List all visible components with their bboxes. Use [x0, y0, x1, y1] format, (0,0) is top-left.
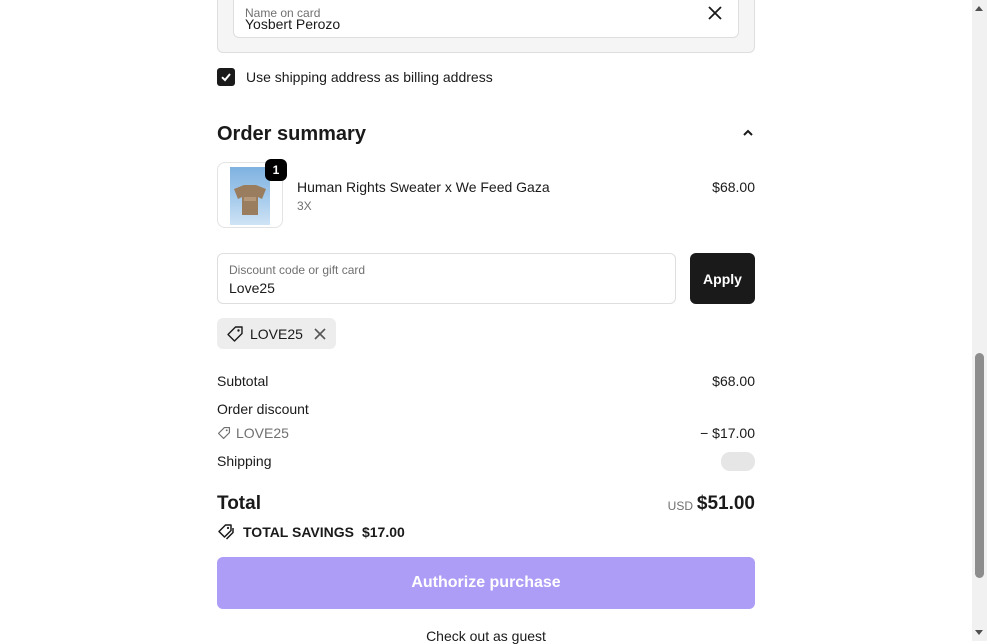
subtotal-row: Subtotal $68.00	[217, 373, 755, 391]
remove-discount-icon[interactable]	[313, 327, 327, 341]
scroll-up-icon[interactable]	[975, 6, 983, 11]
item-title: Human Rights Sweater x We Feed Gaza	[297, 179, 550, 195]
item-price: $68.00	[712, 179, 755, 195]
applied-discount-code: LOVE25	[250, 325, 303, 342]
subtotal-label: Subtotal	[217, 373, 269, 389]
clear-icon[interactable]	[706, 4, 724, 22]
total-label: Total	[217, 493, 261, 514]
shipping-row: Shipping	[217, 452, 755, 471]
billing-same-label: Use shipping address as billing address	[246, 69, 493, 85]
line-item: 1 Human Rights Sweater x We Feed Gaza 3X…	[217, 159, 755, 230]
card-details-panel: Name on card Yosbert Perozo	[217, 0, 755, 53]
name-on-card-field[interactable]: Name on card Yosbert Perozo	[233, 0, 739, 38]
discount-code-line-text: LOVE25	[236, 425, 289, 441]
currency-code: USD	[667, 499, 693, 513]
scroll-down-icon[interactable]	[975, 630, 983, 635]
sweater-image	[234, 185, 266, 215]
tags-icon	[218, 524, 234, 540]
checkout-as-guest-link[interactable]: Check out as guest	[217, 628, 755, 644]
total-savings-value: $17.00	[361, 524, 405, 540]
billing-same-option[interactable]: Use shipping address as billing address	[217, 67, 493, 87]
chevron-up-icon[interactable]	[741, 126, 755, 140]
discount-amount: − $17.00	[700, 425, 755, 441]
page-scrollbar[interactable]	[972, 0, 987, 641]
order-discount-row: Order discount	[217, 401, 755, 419]
discount-code-label: Discount code or gift card	[229, 263, 366, 277]
name-on-card-value[interactable]: Yosbert Perozo	[245, 16, 340, 32]
apply-button[interactable]: Apply	[690, 253, 755, 304]
billing-same-checkbox[interactable]	[217, 68, 235, 86]
subtotal-value: $68.00	[712, 373, 755, 389]
discount-code-row: LOVE25 − $17.00	[217, 425, 755, 443]
total-savings: TOTAL SAVINGS $17.00	[217, 523, 405, 541]
product-image	[230, 167, 270, 225]
discount-code-input[interactable]	[229, 280, 649, 296]
total-row: Total USD $51.00	[217, 491, 755, 517]
scrollbar-thumb[interactable]	[975, 353, 984, 578]
quantity-badge: 1	[265, 159, 287, 181]
discount-code-line: LOVE25	[217, 425, 755, 441]
shipping-loading-placeholder	[721, 452, 755, 471]
order-summary-header[interactable]: Order summary	[217, 121, 755, 147]
tag-icon	[217, 426, 231, 440]
authorize-purchase-button[interactable]: Authorize purchase	[217, 557, 755, 609]
order-discount-label: Order discount	[217, 401, 309, 417]
total-value: $51.00	[696, 493, 755, 514]
order-summary-heading: Order summary	[217, 123, 366, 145]
applied-discount-chip: LOVE25	[217, 318, 336, 349]
product-thumbnail: 1	[217, 159, 287, 228]
checkmark-icon	[221, 73, 231, 82]
item-variant: 3X	[297, 199, 312, 213]
discount-code-field[interactable]: Discount code or gift card	[217, 253, 676, 304]
total-savings-label: TOTAL SAVINGS	[243, 524, 354, 540]
shipping-label: Shipping	[217, 453, 272, 469]
tag-icon	[227, 325, 243, 342]
